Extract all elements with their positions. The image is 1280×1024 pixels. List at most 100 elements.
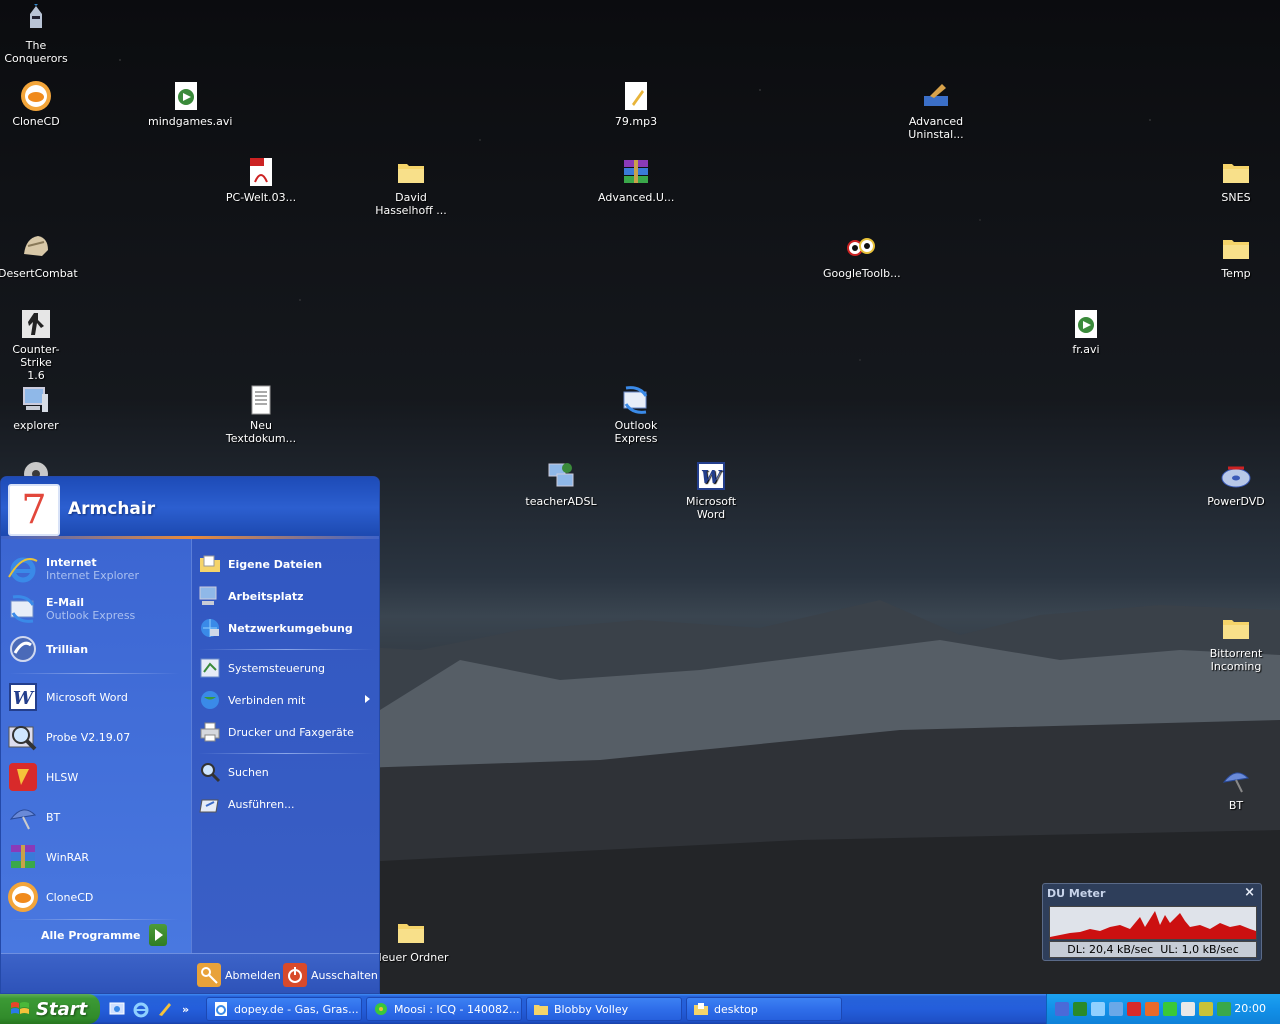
outlook-express-icon xyxy=(10,595,35,623)
recent-clonecd[interactable]: CloneCD xyxy=(7,879,183,915)
desktop-icon-googletoolbar[interactable]: GoogleToolb... xyxy=(823,232,901,280)
pinned-trillian[interactable]: Trillian xyxy=(7,631,183,667)
desktop-icon-mindgames[interactable]: mindgames.avi xyxy=(148,80,233,128)
desktop-icon-conquerors[interactable]: The Conquerors xyxy=(0,4,74,65)
place-arbeitsplatz[interactable]: Arbeitsplatz xyxy=(198,583,378,609)
icon-label: Advanced.U... xyxy=(598,191,675,204)
recent-label: HLSW xyxy=(46,770,79,784)
my-documents-folder-icon xyxy=(200,555,220,572)
icon-label: teacherADSL xyxy=(525,495,597,508)
close-icon[interactable]: × xyxy=(1244,885,1255,900)
recent-hlsw[interactable]: HLSW xyxy=(7,759,183,795)
desktop-icon-fravi[interactable]: fr.avi xyxy=(1048,308,1124,356)
place-verbinden-mit[interactable]: Verbinden mit xyxy=(198,687,378,713)
hlsw-icon xyxy=(9,763,37,791)
key-icon xyxy=(197,963,221,987)
shield-tray-icon[interactable] xyxy=(1163,1002,1177,1016)
winamp-icon[interactable] xyxy=(156,1000,174,1018)
speaker-tray-icon[interactable] xyxy=(1181,1002,1195,1016)
icon-label: Outlook Express xyxy=(614,419,658,445)
place-drucker[interactable]: Drucker und Faxgeräte xyxy=(198,719,378,745)
submenu-arrow-icon xyxy=(365,695,370,703)
network-tray-icon[interactable] xyxy=(1091,1002,1105,1016)
printer-icon xyxy=(200,722,220,742)
desktop-icon-neuer-ordner[interactable]: Neuer Ordner xyxy=(373,916,449,964)
du-meter-widget[interactable]: DU Meter × DL: 20,4 kB/sec UL: 1,0 kB/se… xyxy=(1042,883,1262,961)
task-label: dopey.de - Gas, Gras... xyxy=(234,1002,359,1016)
desktop-icon-hasselhoff[interactable]: David Hasselhoff ... xyxy=(373,156,449,217)
desktop-icon-explorer[interactable]: explorer xyxy=(0,384,74,432)
desktop-icon-advanced-u[interactable]: Advanced.U... xyxy=(598,156,674,204)
shutdown-button[interactable]: Ausschalten xyxy=(283,962,378,988)
recent-winrar[interactable]: WinRAR xyxy=(7,839,183,875)
place-eigene-dateien[interactable]: Eigene Dateien xyxy=(198,551,378,577)
icon-label: mindgames.avi xyxy=(148,115,233,128)
quick-launch-more[interactable]: » xyxy=(182,1003,189,1016)
place-suchen[interactable]: Suchen xyxy=(198,759,378,785)
user-name: Armchair xyxy=(68,499,156,519)
lightning-tray-icon[interactable] xyxy=(1145,1002,1159,1016)
task-button-icq[interactable]: Moosi : ICQ - 140082... xyxy=(366,997,522,1021)
desktop-icon-snes[interactable]: SNES xyxy=(1198,156,1274,204)
internet-explorer-icon[interactable] xyxy=(132,1000,150,1018)
du-meter-tray-icon[interactable] xyxy=(1217,1002,1231,1016)
icon-label: David Hasselhoff ... xyxy=(375,191,447,217)
desktop-icon-desertcombat[interactable]: DesertCombat xyxy=(0,232,78,280)
all-programs-button[interactable]: Alle Programme xyxy=(41,923,167,947)
user-avatar[interactable]: 7 xyxy=(8,484,60,536)
task-button-dopey[interactable]: dopey.de - Gas, Gras... xyxy=(206,997,362,1021)
desktop-icon-clonecd[interactable]: CloneCD xyxy=(0,80,74,128)
recent-probe[interactable]: Probe V2.19.07 xyxy=(7,719,183,755)
firewall-tray-icon[interactable] xyxy=(1127,1002,1141,1016)
pinned-subtitle: Internet Explorer xyxy=(46,569,139,582)
download-activity-line xyxy=(1050,911,1256,939)
icon-label: CloneCD xyxy=(12,115,60,128)
shutdown-label: Ausschalten xyxy=(311,968,378,982)
recent-microsoft-word[interactable]: W Microsoft Word xyxy=(7,679,183,715)
pinned-email[interactable]: E-Mail Outlook Express xyxy=(7,591,183,627)
connect-globe-icon xyxy=(201,691,219,709)
desktop-icon-teacheradsl[interactable]: teacherADSL xyxy=(523,460,599,508)
control-panel-icon xyxy=(200,658,220,678)
media-file-icon xyxy=(1075,310,1097,338)
start-menu-footer: Abmelden Ausschalten xyxy=(1,953,379,993)
task-button-desktop[interactable]: desktop xyxy=(686,997,842,1021)
pinned-title: E-Mail xyxy=(46,596,84,609)
network-tray-icon-2[interactable] xyxy=(1109,1002,1123,1016)
desktop-icon-textdokument[interactable]: Neu Textdokum... xyxy=(223,384,299,445)
monitor-tray-icon[interactable] xyxy=(1073,1002,1087,1016)
place-ausfuehren[interactable]: Ausführen... xyxy=(198,791,378,817)
recent-label: BT xyxy=(46,810,61,824)
desktop-icon-counterstrike[interactable]: Counter-Strike 1.6 xyxy=(0,308,74,382)
logoff-button[interactable]: Abmelden xyxy=(197,962,281,988)
desktop-icon-microsoft-word[interactable]: W Microsoft Word xyxy=(673,460,749,521)
desktop-icon-79mp3[interactable]: 79.mp3 xyxy=(598,80,674,128)
start-menu-places: Eigene Dateien Arbeitsplatz Netzwerkumge… xyxy=(191,539,379,953)
recent-label: CloneCD xyxy=(46,890,94,904)
svg-text:W: W xyxy=(13,688,35,709)
my-computer-icon xyxy=(199,586,217,605)
place-netzwerkumgebung[interactable]: Netzwerkumgebung xyxy=(198,615,378,641)
place-label: Netzwerkumgebung xyxy=(228,621,353,635)
du-meter-title: DU Meter xyxy=(1047,887,1106,900)
volume-tray-icon[interactable] xyxy=(1199,1002,1213,1016)
desktop-icon-pcwelt[interactable]: PC-Welt.03... xyxy=(223,156,299,204)
search-tray-icon[interactable] xyxy=(1055,1002,1069,1016)
icon-label: GoogleToolb... xyxy=(823,267,901,280)
recent-label: Microsoft Word xyxy=(46,690,128,704)
start-button[interactable]: Start xyxy=(0,994,100,1024)
desktop-icon-powerdvd[interactable]: PowerDVD xyxy=(1198,460,1274,508)
internet-explorer-icon xyxy=(8,557,38,583)
place-systemsteuerung[interactable]: Systemsteuerung xyxy=(198,655,378,681)
desktop-icon-temp[interactable]: Temp xyxy=(1198,232,1274,280)
recent-bt[interactable]: BT xyxy=(7,799,183,835)
desktop-icon-advanced-uninstaller[interactable]: Advanced Uninstal... xyxy=(898,80,974,141)
pinned-internet[interactable]: Internet Internet Explorer xyxy=(7,551,183,587)
desktop-icon-bt[interactable]: BT xyxy=(1198,764,1274,812)
show-desktop-icon[interactable] xyxy=(108,1000,126,1018)
clock[interactable]: 20:00 xyxy=(1234,1002,1266,1015)
place-label: Suchen xyxy=(228,765,269,779)
desktop-icon-bittorrent-incoming[interactable]: Bittorrent Incoming xyxy=(1198,612,1274,673)
task-button-blobby-volley[interactable]: Blobby Volley xyxy=(526,997,682,1021)
desktop-icon-outlook-express[interactable]: Outlook Express xyxy=(598,384,674,445)
